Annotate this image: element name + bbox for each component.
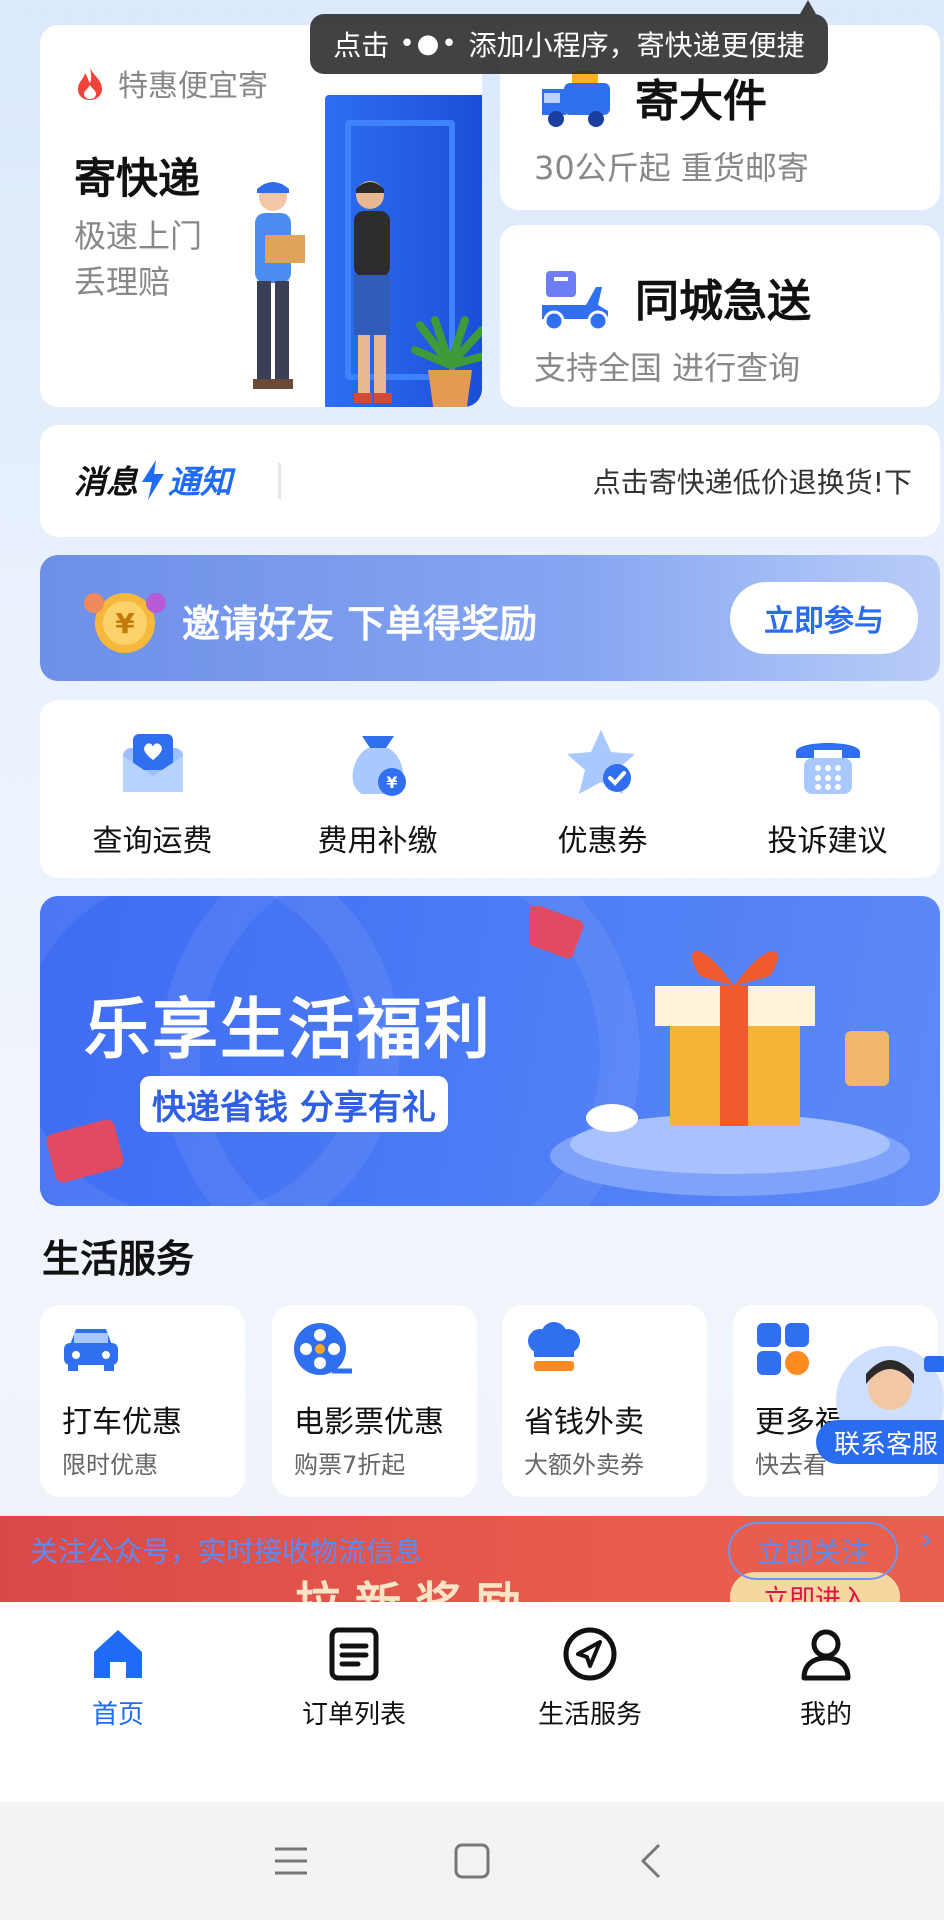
back-icon[interactable] — [631, 1839, 675, 1883]
invite-text: 邀请好友 下单得奖励 — [182, 602, 538, 646]
tooltip-arrow — [800, 0, 816, 14]
service-subtitle: 限时优惠 — [62, 1451, 158, 1479]
money-bag-icon: ¥ — [352, 736, 406, 796]
user-icon — [801, 1629, 851, 1681]
courier-illustration — [253, 182, 305, 389]
truck-icon — [542, 71, 610, 127]
city-express-title: 同城急送 — [635, 276, 811, 327]
send-express-card[interactable]: 特惠便宜寄 寄快递 极速上门 丢理赔 — [40, 25, 482, 407]
city-express-subtitle: 支持全国 进行查询 — [534, 349, 801, 387]
shortcut-complaints[interactable]: 投诉建议 — [715, 700, 940, 878]
big-parcel-title: 寄大件 — [635, 76, 767, 127]
shortcut-freight-query[interactable]: 查询运费 — [40, 700, 265, 878]
add-miniprogram-tooltip[interactable]: 点击 •●• 添加小程序，寄快递更便捷 — [310, 14, 828, 74]
gift-box-icon — [530, 906, 910, 1196]
notice-bar[interactable]: 消息 通知 点击寄快递低价退换货!下 — [40, 425, 940, 537]
invite-friends-banner[interactable]: ¥ 邀请好友 下单得奖励 立即参与 — [40, 555, 940, 681]
film-reel-icon — [294, 1323, 352, 1375]
life-services-title: 生活服务 — [42, 1237, 195, 1281]
system-nav-bar — [0, 1802, 944, 1920]
svg-text:¥: ¥ — [115, 607, 135, 640]
home-square-icon[interactable] — [450, 1839, 494, 1883]
service-subtitle: 购票7折起 — [294, 1451, 406, 1479]
service-taxi[interactable]: 打车优惠 限时优惠 — [40, 1305, 245, 1497]
shortcut-coupons[interactable]: 优惠券 — [490, 700, 715, 878]
phone-icon — [795, 743, 860, 794]
city-express-card[interactable]: 同城急送 支持全国 进行查询 — [500, 225, 940, 407]
send-express-title: 寄快递 — [74, 154, 201, 203]
svg-text:¥: ¥ — [386, 773, 397, 792]
shortcut-grid: 查询运费 ¥ 费用补缴 优惠券 投诉建议 — [40, 700, 940, 878]
notice-logo: 消息 通知 — [74, 457, 232, 503]
chef-hat-icon — [528, 1322, 580, 1371]
follow-now-button[interactable]: 立即关注 — [728, 1522, 898, 1580]
car-icon — [64, 1329, 118, 1371]
customer-illustration — [354, 181, 392, 403]
chevron-right-icon[interactable]: › — [920, 1520, 933, 1558]
list-icon — [329, 1627, 379, 1681]
notice-marquee-text: 点击寄快递低价退换货!下 — [592, 466, 912, 499]
notice-logo-a: 消息 — [74, 463, 139, 501]
shortcut-label: 查询运费 — [92, 824, 213, 859]
shortcut-fee-payment[interactable]: ¥ 费用补缴 — [265, 700, 490, 878]
coin-reward-icon: ¥ — [84, 593, 166, 653]
service-title: 电影票优惠 — [294, 1405, 444, 1440]
scooter-icon — [542, 271, 609, 332]
lightning-icon — [142, 460, 165, 500]
more-dots-icon: •●• — [399, 29, 459, 59]
service-movie[interactable]: 电影票优惠 购票7折起 — [272, 1305, 477, 1497]
fire-icon — [78, 67, 102, 100]
menu-icon[interactable] — [269, 1839, 313, 1883]
tab-label: 生活服务 — [537, 1700, 642, 1730]
compass-icon — [563, 1627, 617, 1681]
red-envelope-icon — [46, 1119, 124, 1183]
send-express-subtitle: 极速上门 丢理赔 — [74, 217, 203, 301]
notice-divider — [278, 463, 281, 499]
tooltip-prefix: 点击 — [333, 29, 390, 62]
service-title: 省钱外卖 — [524, 1405, 644, 1440]
life-welfare-banner[interactable]: 乐享生活福利 快递省钱 分享有礼 — [40, 896, 940, 1206]
promo-subtitle: 快递省钱 分享有礼 — [140, 1076, 448, 1132]
bottom-tab-bar: 首页 订单列表 生活服务 我的 — [0, 1602, 944, 1802]
follow-text: 关注公众号，实时接收物流信息 — [30, 1535, 423, 1568]
plant-illustration — [411, 316, 482, 407]
follow-official-account-bar[interactable]: 拉新奖励 立即进入 关注公众号，实时接收物流信息 立即关注 › — [0, 1516, 944, 1602]
tab-label: 我的 — [799, 1700, 852, 1730]
tab-life-services[interactable]: 生活服务 — [472, 1602, 708, 1802]
shortcut-label: 优惠券 — [557, 824, 648, 859]
tab-label: 订单列表 — [301, 1700, 406, 1730]
discount-tag: 特惠便宜寄 — [74, 61, 268, 105]
join-now-button[interactable]: 立即参与 — [730, 582, 918, 654]
discount-tag-label: 特惠便宜寄 — [118, 69, 268, 104]
notice-logo-b: 通知 — [168, 463, 233, 501]
promo-title: 乐享生活福利 — [84, 991, 492, 1068]
big-parcel-subtitle: 30公斤起 重货邮寄 — [534, 149, 809, 187]
service-title: 打车优惠 — [62, 1405, 182, 1440]
service-takeaway[interactable]: 省钱外卖 大额外卖券 — [502, 1305, 707, 1497]
home-icon — [94, 1630, 142, 1678]
service-subtitle: 快去看 — [755, 1451, 827, 1479]
follow-ghost-text: 拉新奖励 — [295, 1568, 535, 1602]
grid-apps-icon — [757, 1323, 809, 1375]
tab-home[interactable]: 首页 — [0, 1602, 236, 1802]
tab-orders[interactable]: 订单列表 — [236, 1602, 472, 1802]
tab-label: 首页 — [91, 1700, 144, 1730]
service-subtitle: 大额外卖券 — [524, 1451, 644, 1479]
envelope-heart-icon — [122, 734, 183, 792]
shortcut-label: 投诉建议 — [767, 824, 888, 859]
star-check-icon — [566, 730, 635, 794]
tab-profile[interactable]: 我的 — [708, 1602, 944, 1802]
shortcut-label: 费用补缴 — [317, 824, 438, 859]
contact-service-button[interactable]: 联系客服 — [816, 1420, 944, 1464]
tooltip-text: 添加小程序，寄快递更便捷 — [468, 29, 805, 62]
